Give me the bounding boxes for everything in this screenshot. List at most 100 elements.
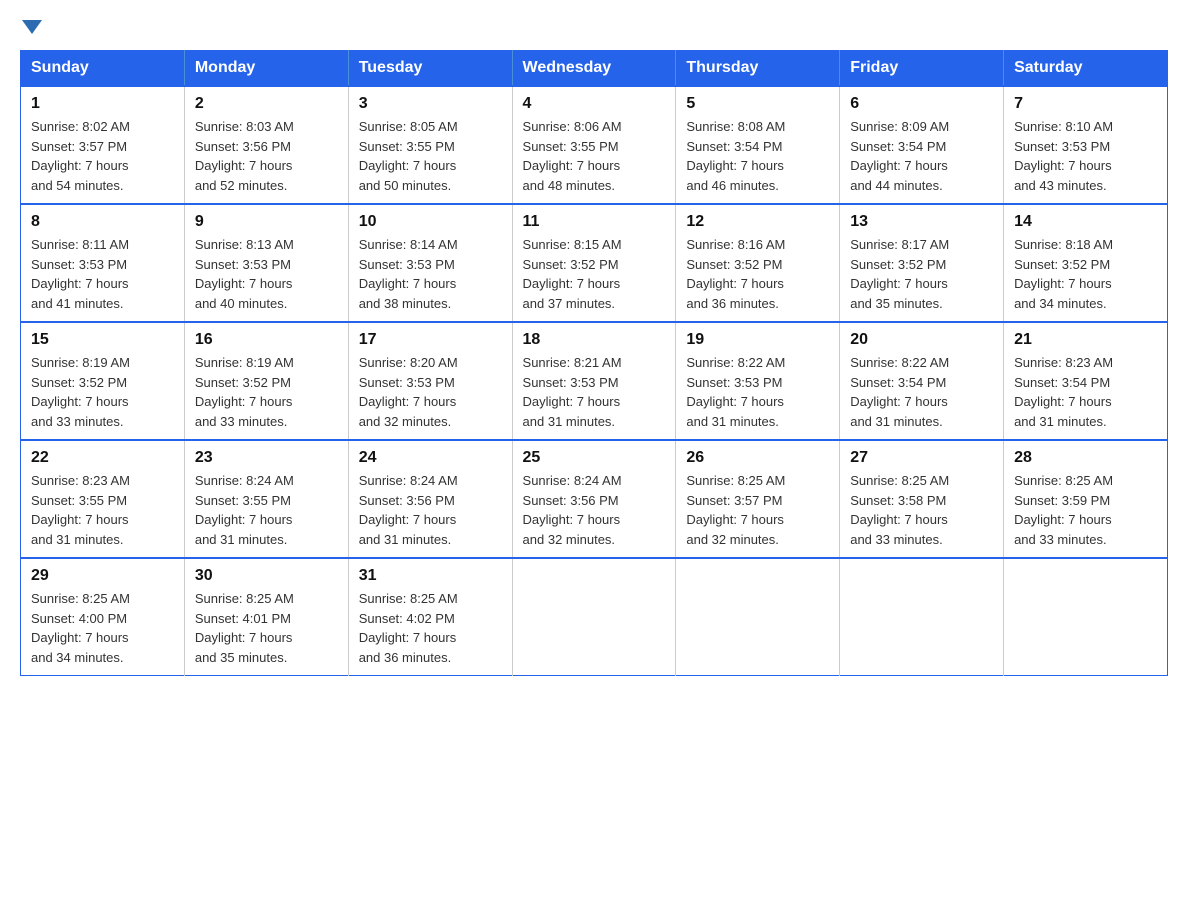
day-info: Sunrise: 8:22 AM Sunset: 3:53 PM Dayligh… xyxy=(686,353,829,431)
day-info: Sunrise: 8:02 AM Sunset: 3:57 PM Dayligh… xyxy=(31,117,174,195)
day-info: Sunrise: 8:20 AM Sunset: 3:53 PM Dayligh… xyxy=(359,353,502,431)
calendar-week-row: 1 Sunrise: 8:02 AM Sunset: 3:57 PM Dayli… xyxy=(21,86,1168,204)
day-number: 29 xyxy=(31,567,174,585)
calendar-cell: 30 Sunrise: 8:25 AM Sunset: 4:01 PM Dayl… xyxy=(184,558,348,676)
day-info: Sunrise: 8:19 AM Sunset: 3:52 PM Dayligh… xyxy=(195,353,338,431)
weekday-header-tuesday: Tuesday xyxy=(348,51,512,87)
logo xyxy=(20,20,44,34)
day-info: Sunrise: 8:25 AM Sunset: 4:01 PM Dayligh… xyxy=(195,589,338,667)
day-number: 18 xyxy=(523,331,666,349)
day-info: Sunrise: 8:23 AM Sunset: 3:54 PM Dayligh… xyxy=(1014,353,1157,431)
calendar-cell: 28 Sunrise: 8:25 AM Sunset: 3:59 PM Dayl… xyxy=(1004,440,1168,558)
calendar-week-row: 8 Sunrise: 8:11 AM Sunset: 3:53 PM Dayli… xyxy=(21,204,1168,322)
day-info: Sunrise: 8:16 AM Sunset: 3:52 PM Dayligh… xyxy=(686,235,829,313)
day-number: 21 xyxy=(1014,331,1157,349)
day-number: 26 xyxy=(686,449,829,467)
calendar-cell: 2 Sunrise: 8:03 AM Sunset: 3:56 PM Dayli… xyxy=(184,86,348,204)
weekday-header-monday: Monday xyxy=(184,51,348,87)
day-number: 27 xyxy=(850,449,993,467)
day-number: 31 xyxy=(359,567,502,585)
day-number: 15 xyxy=(31,331,174,349)
day-info: Sunrise: 8:25 AM Sunset: 3:59 PM Dayligh… xyxy=(1014,471,1157,549)
day-number: 13 xyxy=(850,213,993,231)
calendar-cell: 19 Sunrise: 8:22 AM Sunset: 3:53 PM Dayl… xyxy=(676,322,840,440)
day-number: 5 xyxy=(686,95,829,113)
day-number: 2 xyxy=(195,95,338,113)
calendar-cell: 21 Sunrise: 8:23 AM Sunset: 3:54 PM Dayl… xyxy=(1004,322,1168,440)
calendar-cell xyxy=(512,558,676,676)
day-number: 1 xyxy=(31,95,174,113)
day-number: 28 xyxy=(1014,449,1157,467)
weekday-header-thursday: Thursday xyxy=(676,51,840,87)
day-info: Sunrise: 8:24 AM Sunset: 3:56 PM Dayligh… xyxy=(359,471,502,549)
day-number: 30 xyxy=(195,567,338,585)
day-info: Sunrise: 8:08 AM Sunset: 3:54 PM Dayligh… xyxy=(686,117,829,195)
day-number: 7 xyxy=(1014,95,1157,113)
calendar-cell: 5 Sunrise: 8:08 AM Sunset: 3:54 PM Dayli… xyxy=(676,86,840,204)
day-info: Sunrise: 8:23 AM Sunset: 3:55 PM Dayligh… xyxy=(31,471,174,549)
day-info: Sunrise: 8:05 AM Sunset: 3:55 PM Dayligh… xyxy=(359,117,502,195)
calendar-cell: 10 Sunrise: 8:14 AM Sunset: 3:53 PM Dayl… xyxy=(348,204,512,322)
day-number: 9 xyxy=(195,213,338,231)
day-number: 20 xyxy=(850,331,993,349)
day-number: 8 xyxy=(31,213,174,231)
day-info: Sunrise: 8:18 AM Sunset: 3:52 PM Dayligh… xyxy=(1014,235,1157,313)
day-number: 19 xyxy=(686,331,829,349)
calendar-cell: 1 Sunrise: 8:02 AM Sunset: 3:57 PM Dayli… xyxy=(21,86,185,204)
day-info: Sunrise: 8:14 AM Sunset: 3:53 PM Dayligh… xyxy=(359,235,502,313)
calendar-cell: 15 Sunrise: 8:19 AM Sunset: 3:52 PM Dayl… xyxy=(21,322,185,440)
calendar-cell: 18 Sunrise: 8:21 AM Sunset: 3:53 PM Dayl… xyxy=(512,322,676,440)
day-number: 6 xyxy=(850,95,993,113)
calendar-cell xyxy=(1004,558,1168,676)
calendar-cell: 14 Sunrise: 8:18 AM Sunset: 3:52 PM Dayl… xyxy=(1004,204,1168,322)
weekday-header-sunday: Sunday xyxy=(21,51,185,87)
day-info: Sunrise: 8:15 AM Sunset: 3:52 PM Dayligh… xyxy=(523,235,666,313)
day-number: 24 xyxy=(359,449,502,467)
calendar-week-row: 29 Sunrise: 8:25 AM Sunset: 4:00 PM Dayl… xyxy=(21,558,1168,676)
day-number: 25 xyxy=(523,449,666,467)
day-number: 23 xyxy=(195,449,338,467)
day-info: Sunrise: 8:06 AM Sunset: 3:55 PM Dayligh… xyxy=(523,117,666,195)
day-info: Sunrise: 8:11 AM Sunset: 3:53 PM Dayligh… xyxy=(31,235,174,313)
day-info: Sunrise: 8:03 AM Sunset: 3:56 PM Dayligh… xyxy=(195,117,338,195)
weekday-header-wednesday: Wednesday xyxy=(512,51,676,87)
day-number: 14 xyxy=(1014,213,1157,231)
calendar-cell: 22 Sunrise: 8:23 AM Sunset: 3:55 PM Dayl… xyxy=(21,440,185,558)
day-info: Sunrise: 8:25 AM Sunset: 3:58 PM Dayligh… xyxy=(850,471,993,549)
day-number: 16 xyxy=(195,331,338,349)
day-number: 11 xyxy=(523,213,666,231)
day-info: Sunrise: 8:10 AM Sunset: 3:53 PM Dayligh… xyxy=(1014,117,1157,195)
calendar-cell: 24 Sunrise: 8:24 AM Sunset: 3:56 PM Dayl… xyxy=(348,440,512,558)
calendar-cell: 7 Sunrise: 8:10 AM Sunset: 3:53 PM Dayli… xyxy=(1004,86,1168,204)
calendar-cell: 27 Sunrise: 8:25 AM Sunset: 3:58 PM Dayl… xyxy=(840,440,1004,558)
day-info: Sunrise: 8:21 AM Sunset: 3:53 PM Dayligh… xyxy=(523,353,666,431)
calendar-cell: 16 Sunrise: 8:19 AM Sunset: 3:52 PM Dayl… xyxy=(184,322,348,440)
day-number: 22 xyxy=(31,449,174,467)
day-info: Sunrise: 8:09 AM Sunset: 3:54 PM Dayligh… xyxy=(850,117,993,195)
logo-arrow-icon xyxy=(22,20,42,34)
calendar-cell: 8 Sunrise: 8:11 AM Sunset: 3:53 PM Dayli… xyxy=(21,204,185,322)
page-header xyxy=(20,20,1168,34)
calendar-week-row: 22 Sunrise: 8:23 AM Sunset: 3:55 PM Dayl… xyxy=(21,440,1168,558)
day-info: Sunrise: 8:25 AM Sunset: 4:00 PM Dayligh… xyxy=(31,589,174,667)
calendar-cell xyxy=(676,558,840,676)
calendar-cell: 12 Sunrise: 8:16 AM Sunset: 3:52 PM Dayl… xyxy=(676,204,840,322)
calendar-cell: 3 Sunrise: 8:05 AM Sunset: 3:55 PM Dayli… xyxy=(348,86,512,204)
day-info: Sunrise: 8:19 AM Sunset: 3:52 PM Dayligh… xyxy=(31,353,174,431)
calendar-cell: 9 Sunrise: 8:13 AM Sunset: 3:53 PM Dayli… xyxy=(184,204,348,322)
calendar-cell: 13 Sunrise: 8:17 AM Sunset: 3:52 PM Dayl… xyxy=(840,204,1004,322)
calendar-cell: 31 Sunrise: 8:25 AM Sunset: 4:02 PM Dayl… xyxy=(348,558,512,676)
day-info: Sunrise: 8:24 AM Sunset: 3:55 PM Dayligh… xyxy=(195,471,338,549)
day-info: Sunrise: 8:24 AM Sunset: 3:56 PM Dayligh… xyxy=(523,471,666,549)
weekday-header-friday: Friday xyxy=(840,51,1004,87)
calendar-week-row: 15 Sunrise: 8:19 AM Sunset: 3:52 PM Dayl… xyxy=(21,322,1168,440)
day-info: Sunrise: 8:17 AM Sunset: 3:52 PM Dayligh… xyxy=(850,235,993,313)
calendar-cell: 20 Sunrise: 8:22 AM Sunset: 3:54 PM Dayl… xyxy=(840,322,1004,440)
calendar-cell: 11 Sunrise: 8:15 AM Sunset: 3:52 PM Dayl… xyxy=(512,204,676,322)
day-number: 4 xyxy=(523,95,666,113)
calendar-cell: 6 Sunrise: 8:09 AM Sunset: 3:54 PM Dayli… xyxy=(840,86,1004,204)
day-number: 12 xyxy=(686,213,829,231)
calendar-cell: 29 Sunrise: 8:25 AM Sunset: 4:00 PM Dayl… xyxy=(21,558,185,676)
weekday-header-row: SundayMondayTuesdayWednesdayThursdayFrid… xyxy=(21,51,1168,87)
calendar-cell xyxy=(840,558,1004,676)
